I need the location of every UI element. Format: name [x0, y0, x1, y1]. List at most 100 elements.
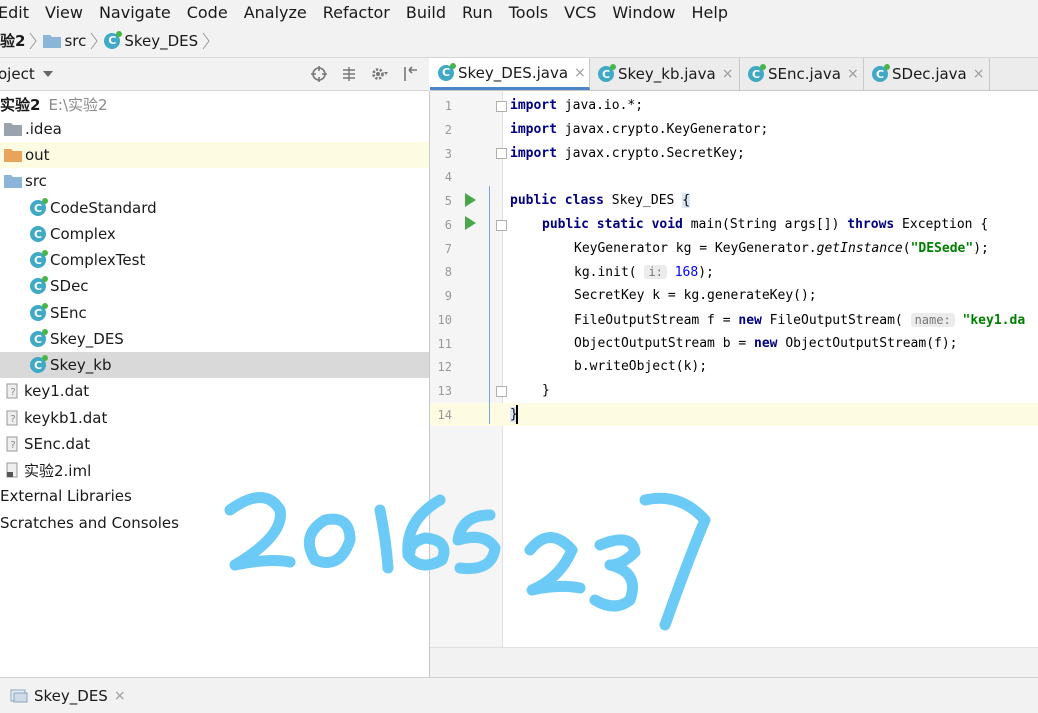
- tree-root[interactable]: 实验2 E:\实验2: [0, 91, 429, 117]
- tree-item-label: key1.dat: [24, 382, 90, 400]
- tab-label: SEnc.java: [768, 65, 841, 83]
- menu-build[interactable]: Build: [406, 3, 446, 22]
- class-icon: C: [30, 276, 48, 294]
- line-number: 4: [444, 170, 452, 184]
- fold-marker-icon[interactable]: [496, 386, 507, 397]
- svg-text:?: ?: [10, 387, 15, 398]
- code-line: KeyGenerator kg = KeyGenerator.getInstan…: [574, 241, 989, 256]
- tree-item-skey-des[interactable]: C Skey_DES: [0, 326, 429, 352]
- close-icon[interactable]: ×: [722, 66, 734, 82]
- tree-item-label: keykb1.dat: [24, 409, 108, 427]
- tree-item-label: 实验2.iml: [24, 461, 92, 480]
- tree-item-out[interactable]: out: [0, 142, 429, 168]
- breadcrumb-src[interactable]: src: [43, 32, 86, 50]
- tree-item-skey-kb[interactable]: C Skey_kb: [0, 352, 429, 378]
- close-icon[interactable]: ×: [114, 688, 126, 704]
- module-file-icon: [6, 462, 18, 478]
- menu-view[interactable]: View: [45, 3, 83, 22]
- fold-marker-icon[interactable]: [496, 101, 507, 112]
- tree-item-label: Scratches and Consoles: [0, 514, 179, 532]
- bottom-tab-label: Skey_DES: [34, 686, 108, 705]
- tab-sdec[interactable]: C SDec.java ×: [864, 58, 990, 90]
- code-line: kg.init( i: 168);: [574, 265, 714, 280]
- menu-analyze[interactable]: Analyze: [244, 3, 307, 22]
- tree-item-senc[interactable]: C SEnc: [0, 300, 429, 326]
- code-line: b.writeObject(k);: [574, 359, 708, 374]
- tree-item-label: SEnc: [50, 304, 87, 322]
- tree-item-sdec[interactable]: C SDec: [0, 273, 429, 299]
- breadcrumb: 验2 src C Skey_DES: [0, 24, 1038, 58]
- tree-item-key1-dat[interactable]: ? key1.dat: [0, 378, 429, 404]
- line-number: 2: [444, 123, 452, 137]
- tree-item-senc-dat[interactable]: ? SEnc.dat: [0, 431, 429, 457]
- tree-item-label: .idea: [25, 120, 62, 138]
- menu-run[interactable]: Run: [462, 3, 493, 22]
- line-number: 1: [444, 99, 452, 113]
- tab-senc[interactable]: C SEnc.java ×: [740, 58, 864, 90]
- tab-label: Skey_kb.java: [618, 65, 716, 83]
- editor-bottom-strip: [430, 647, 1038, 678]
- line-number: 10: [437, 313, 452, 327]
- line-number: 14: [437, 408, 452, 422]
- project-panel-title[interactable]: oject: [0, 65, 35, 83]
- menu-tools[interactable]: Tools: [509, 3, 548, 22]
- dropdown-arrow-icon[interactable]: [42, 71, 53, 77]
- tree-item-codestandard[interactable]: C CodeStandard: [0, 195, 429, 221]
- handwritten-number: 20165237: [224, 492, 711, 631]
- class-icon: C: [30, 329, 48, 347]
- line-number: 3: [444, 147, 452, 161]
- code-line: import javax.crypto.SecretKey;: [510, 146, 745, 161]
- folder-icon: [4, 123, 22, 136]
- folder-icon: [43, 34, 62, 48]
- run-tab-skey-des[interactable]: Skey_DES ×: [10, 687, 126, 705]
- class-icon: C: [598, 64, 616, 82]
- menu-edit[interactable]: Edit: [0, 3, 29, 22]
- line-number: 6: [444, 218, 452, 232]
- fold-marker-icon[interactable]: [496, 148, 507, 159]
- menu-navigate[interactable]: Navigate: [99, 3, 171, 22]
- menu-code[interactable]: Code: [187, 3, 228, 22]
- breadcrumb-project[interactable]: 验2: [0, 30, 25, 51]
- menu-vcs[interactable]: VCS: [564, 3, 596, 22]
- tree-item-label: CodeStandard: [50, 199, 157, 217]
- tab-skey-kb[interactable]: C Skey_kb.java ×: [590, 58, 740, 90]
- current-line-highlight: [430, 403, 1038, 426]
- menu-refactor[interactable]: Refactor: [323, 3, 390, 22]
- parameter-hint: i:: [644, 265, 667, 279]
- close-icon[interactable]: ×: [847, 66, 859, 82]
- tree-item-label: out: [25, 146, 50, 164]
- tree-item-complextest[interactable]: C ComplexTest: [0, 247, 429, 273]
- hide-panel-icon[interactable]: [403, 66, 419, 82]
- tree-item-label: Complex: [50, 225, 116, 243]
- class-icon: C: [30, 355, 48, 373]
- tree-item-label: SEnc.dat: [24, 435, 91, 453]
- locate-icon[interactable]: [311, 66, 327, 82]
- code-line: public class Skey_DES {: [510, 193, 691, 208]
- close-icon[interactable]: ×: [574, 65, 586, 81]
- code-line: public static void main(String args[]) t…: [542, 217, 989, 232]
- collapse-all-icon[interactable]: [341, 66, 357, 82]
- tree-item-src[interactable]: src: [0, 168, 429, 194]
- class-icon: C: [872, 64, 890, 82]
- breadcrumb-file-label: Skey_DES: [124, 31, 199, 50]
- class-icon: C: [438, 62, 456, 81]
- menu-help[interactable]: Help: [692, 3, 728, 22]
- fold-marker-icon[interactable]: [496, 220, 507, 231]
- tree-item-complex[interactable]: C Complex: [0, 221, 429, 247]
- folder-icon: [4, 149, 22, 162]
- menu-window[interactable]: Window: [612, 3, 675, 22]
- run-icon[interactable]: [465, 216, 476, 230]
- run-window-icon: [10, 689, 28, 702]
- code-line: import java.io.*;: [510, 98, 644, 113]
- line-number: 9: [444, 289, 452, 303]
- tab-skey-des[interactable]: C Skey_DES.java ×: [430, 58, 590, 90]
- gear-icon[interactable]: [371, 66, 389, 82]
- breadcrumb-file[interactable]: C Skey_DES: [104, 30, 199, 50]
- close-icon[interactable]: ×: [973, 66, 985, 82]
- text-caret: [516, 405, 518, 424]
- tree-item-keykb1-dat[interactable]: ? keykb1.dat: [0, 405, 429, 431]
- class-icon: C: [30, 198, 48, 216]
- run-icon[interactable]: [465, 193, 476, 207]
- tree-item-idea[interactable]: .idea: [0, 116, 429, 142]
- svg-text:?: ?: [10, 414, 15, 425]
